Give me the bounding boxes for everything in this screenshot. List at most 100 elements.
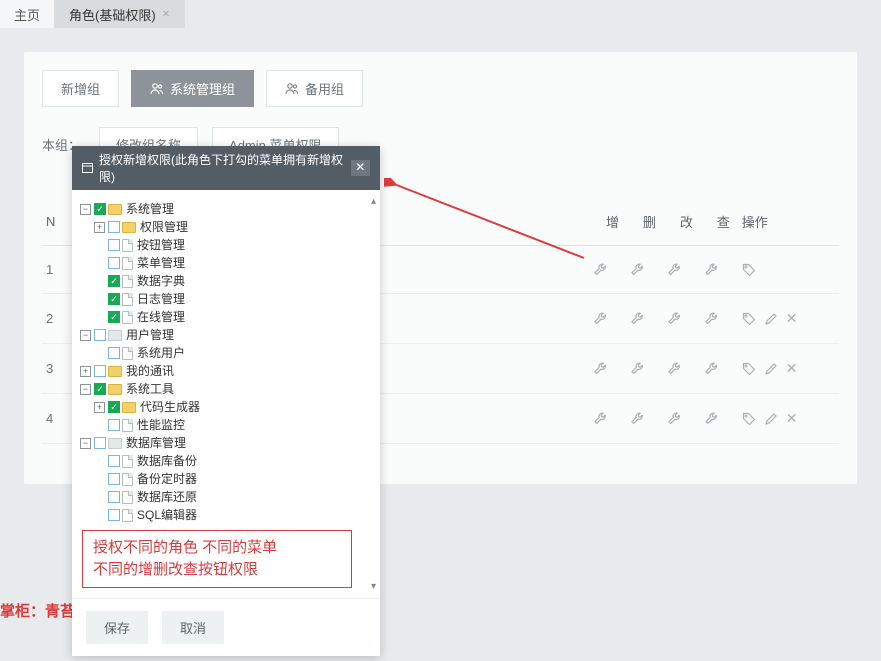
checkbox[interactable]	[108, 473, 120, 485]
tree-node[interactable]: 按钮管理	[78, 236, 374, 254]
tree-node[interactable]: 菜单管理	[78, 254, 374, 272]
checkbox[interactable]	[108, 221, 120, 233]
tree-node[interactable]: +权限管理	[78, 218, 374, 236]
checkbox[interactable]	[94, 365, 106, 377]
expand-spacer	[94, 258, 105, 269]
perm-add[interactable]	[594, 412, 631, 426]
tree-node[interactable]: 备份定时器	[78, 470, 374, 488]
checkbox[interactable]	[108, 419, 120, 431]
perm-view[interactable]	[705, 412, 742, 426]
tree-node[interactable]: +我的通讯	[78, 362, 374, 380]
folder-icon	[122, 402, 136, 413]
checkbox[interactable]	[108, 491, 120, 503]
save-button[interactable]: 保存	[86, 611, 148, 644]
expand-spacer	[94, 420, 105, 431]
edit-icon[interactable]	[764, 412, 778, 426]
perm-edit[interactable]	[668, 263, 705, 277]
scroll-down-icon[interactable]: ▾	[371, 581, 376, 592]
tree-node[interactable]: SQL编辑器	[78, 506, 374, 524]
checkbox[interactable]	[108, 293, 120, 305]
perm-add[interactable]	[594, 362, 631, 376]
folder-icon	[108, 384, 122, 395]
tree-node-label: 备份定时器	[137, 470, 197, 488]
tree-node[interactable]: 数据库备份	[78, 452, 374, 470]
row-index: 3	[46, 361, 73, 376]
expand-toggle-icon[interactable]: +	[80, 366, 91, 377]
cancel-button[interactable]: 取消	[162, 611, 224, 644]
tab-roles[interactable]: 角色(基础权限) ✕	[55, 0, 185, 28]
perm-edit[interactable]	[668, 312, 705, 326]
edit-icon[interactable]	[764, 312, 778, 326]
edit-icon[interactable]	[764, 362, 778, 376]
tree-node[interactable]: 系统用户	[78, 344, 374, 362]
dialog-footer: 保存 取消	[72, 598, 380, 656]
expand-toggle-icon[interactable]: −	[80, 384, 91, 395]
perm-add[interactable]	[594, 312, 631, 326]
perm-add[interactable]	[594, 263, 631, 277]
checkbox[interactable]	[108, 239, 120, 251]
delete-icon[interactable]: ✕	[786, 360, 798, 377]
tree-node-label: 性能监控	[137, 416, 185, 434]
perm-del[interactable]	[631, 412, 668, 426]
dialog-close-button[interactable]: ✕	[351, 160, 370, 176]
page-icon	[122, 239, 133, 252]
folder-icon	[122, 222, 136, 233]
checkbox[interactable]	[108, 275, 120, 287]
perm-view[interactable]	[705, 362, 742, 376]
perm-del[interactable]	[631, 312, 668, 326]
window-icon	[82, 163, 93, 173]
tree-node-label: 系统管理	[126, 200, 174, 218]
standby-group-button[interactable]: 备用组	[266, 70, 363, 107]
perm-del[interactable]	[631, 263, 668, 277]
delete-icon[interactable]: ✕	[786, 310, 798, 327]
tree-node[interactable]: − 系统管理	[78, 200, 374, 218]
tag-icon[interactable]	[742, 312, 756, 326]
perm-del[interactable]	[631, 362, 668, 376]
checkbox[interactable]	[108, 401, 120, 413]
sys-admin-group-button[interactable]: 系统管理组	[131, 70, 254, 107]
folder-icon	[108, 330, 122, 341]
tree-node[interactable]: 在线管理	[78, 308, 374, 326]
expand-toggle-icon[interactable]: +	[94, 402, 105, 413]
close-icon[interactable]: ✕	[162, 9, 170, 20]
row-ops	[742, 263, 835, 277]
checkbox[interactable]	[94, 437, 106, 449]
tree-node[interactable]: 性能监控	[78, 416, 374, 434]
expand-toggle-icon[interactable]: +	[94, 222, 105, 233]
checkbox[interactable]	[108, 455, 120, 467]
perm-view[interactable]	[705, 263, 742, 277]
tree-node[interactable]: −用户管理	[78, 326, 374, 344]
tree-node[interactable]: 数据字典	[78, 272, 374, 290]
checkbox[interactable]	[94, 329, 106, 341]
expand-toggle-icon[interactable]: −	[80, 438, 91, 449]
folder-icon	[108, 366, 122, 377]
delete-icon[interactable]: ✕	[786, 410, 798, 427]
tree-node[interactable]: − 数据库管理	[78, 434, 374, 452]
scroll-up-icon[interactable]: ▴	[371, 196, 376, 207]
perm-edit[interactable]	[668, 362, 705, 376]
checkbox[interactable]	[108, 347, 120, 359]
perm-edit[interactable]	[668, 412, 705, 426]
new-group-button[interactable]: 新增组	[42, 70, 119, 107]
page-icon	[122, 347, 133, 360]
tree-node[interactable]: 日志管理	[78, 290, 374, 308]
checkbox[interactable]	[94, 383, 106, 395]
tab-home[interactable]: 主页	[0, 0, 55, 28]
checkbox[interactable]	[108, 257, 120, 269]
expand-toggle-icon[interactable]: −	[80, 204, 91, 215]
dialog-titlebar[interactable]: 授权新增权限(此角色下打勾的菜单拥有新增权限) ✕	[72, 146, 380, 190]
tag-icon[interactable]	[742, 412, 756, 426]
expand-spacer	[94, 456, 105, 467]
checkbox[interactable]	[108, 509, 120, 521]
checkbox[interactable]	[94, 203, 106, 215]
checkbox[interactable]	[108, 311, 120, 323]
tree-node-label: 数据库管理	[126, 434, 186, 452]
perm-view[interactable]	[705, 312, 742, 326]
expand-toggle-icon[interactable]: −	[80, 330, 91, 341]
tree-node[interactable]: +代码生成器	[78, 398, 374, 416]
tag-icon[interactable]	[742, 362, 756, 376]
page-icon	[122, 509, 133, 522]
tree-node[interactable]: −系统工具	[78, 380, 374, 398]
tag-icon[interactable]	[742, 263, 756, 277]
tree-node[interactable]: 数据库还原	[78, 488, 374, 506]
